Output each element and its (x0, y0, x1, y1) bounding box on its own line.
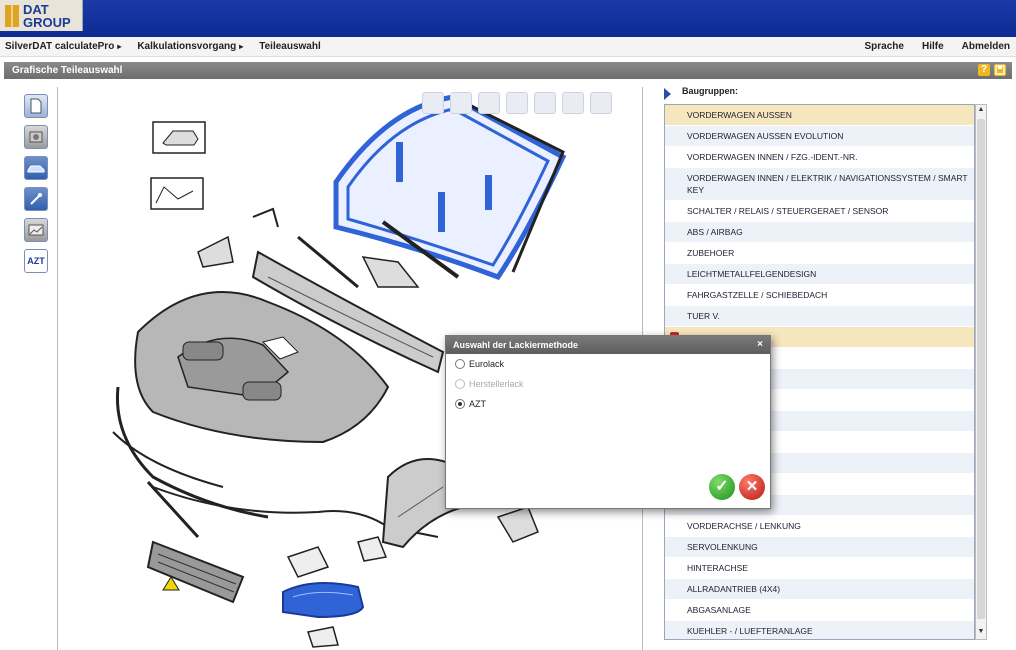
help-link[interactable]: Hilfe (922, 41, 944, 52)
list-item[interactable]: KUEHLER - / LUEFTERANLAGE (665, 621, 974, 639)
nav-links: Sprache Hilfe Abmelden (865, 41, 1010, 52)
radio-herstellerlack (455, 379, 465, 389)
list-item[interactable]: FAHRGASTZELLE / SCHIEBEDACH (665, 285, 974, 306)
headlight-part[interactable] (282, 582, 365, 619)
list-item[interactable]: VORDERWAGEN AUSSEN (665, 105, 974, 126)
list-item[interactable]: ZUBEHOER (665, 243, 974, 264)
list-item[interactable]: TUER V. (665, 306, 974, 327)
azt-tool-button[interactable]: AZT (24, 249, 48, 273)
breadcrumb-teileauswahl[interactable]: Teileauswahl (259, 41, 321, 52)
cable-part[interactable] (112, 431, 224, 488)
tool-palette: AZT (24, 94, 50, 280)
list-item[interactable]: SERVOLENKUNG (665, 537, 974, 558)
reset-view-icon[interactable] (562, 92, 584, 114)
navigation-bar: SilverDAT calculatePro ▸ Kalkulationsvorg… (0, 37, 1016, 57)
list-item[interactable]: HINTERACHSE (665, 558, 974, 579)
list-item[interactable]: VORDERWAGEN AUSSEN EVOLUTION (665, 126, 974, 147)
close-icon[interactable]: × (757, 339, 763, 350)
detail-thumbnail[interactable] (150, 177, 204, 210)
breadcrumb-kalkulationsvorgang[interactable]: Kalkulationsvorgang ▸ (137, 41, 243, 52)
option-herstellerlack: Herstellerlack (455, 374, 770, 394)
logo-mark-icon (5, 4, 19, 27)
list-scrollbar[interactable]: ▲ ▼ (975, 104, 987, 640)
wiper-motor-part[interactable] (361, 256, 420, 288)
groups-title: Baugruppen: (682, 86, 738, 96)
list-item[interactable]: VORDERWAGEN INNEN / ELEKTRIK / NAVIGATIO… (665, 168, 974, 201)
list-item[interactable]: VORDERACHSE / LENKUNG (665, 516, 974, 537)
logo-text-bottom: GROUP (23, 14, 71, 30)
help-icon[interactable]: ? (978, 64, 990, 76)
logout-link[interactable]: Abmelden (962, 41, 1010, 52)
app-window: DAT GROUP SilverDAT calculatePro ▸ Kalkul… (0, 0, 1016, 650)
top-header: DAT GROUP (0, 0, 1016, 37)
fog-light-part[interactable] (286, 546, 330, 578)
horn-part[interactable] (496, 506, 539, 543)
paint-method-dialog: Auswahl der Lackiermethode × Eurolack He… (445, 335, 771, 509)
disk-icon[interactable] (994, 64, 1006, 76)
zoom-out-icon[interactable] (534, 92, 556, 114)
image-tool-icon[interactable] (24, 218, 48, 242)
language-link[interactable]: Sprache (865, 41, 904, 52)
repair-tool-icon[interactable] (24, 187, 48, 211)
list-item[interactable]: SCHALTER / RELAIS / STEUERGERAET / SENSO… (665, 201, 974, 222)
sensor-part[interactable] (357, 536, 388, 562)
list-item[interactable]: LEICHTMETALLFELGENDESIGN (665, 264, 974, 285)
windshield-part[interactable] (333, 94, 567, 281)
overview-thumbnail[interactable] (152, 121, 206, 154)
zoom-icon[interactable] (506, 92, 528, 114)
collapse-arrow-icon[interactable] (664, 88, 671, 100)
grille-part[interactable] (146, 540, 245, 604)
scroll-down-icon[interactable]: ▼ (977, 628, 985, 638)
washer-nozzle-part[interactable] (307, 626, 339, 648)
list-item[interactable]: ABS / AIRBAG (665, 222, 974, 243)
breadcrumb-calculatepro[interactable]: SilverDAT calculatePro ▸ (5, 41, 121, 52)
radio-eurolack[interactable] (455, 359, 465, 369)
clip-part[interactable] (252, 207, 279, 228)
list-item[interactable]: VORDERWAGEN INNEN / FZG.-IDENT.-NR. (665, 147, 974, 168)
list-item[interactable]: ALLRADANTRIEB (4X4) (665, 579, 974, 600)
option-azt[interactable]: AZT (455, 394, 770, 414)
option-eurolack[interactable]: Eurolack (455, 354, 770, 374)
section-title-bar: Grafische Teileauswahl ? (4, 62, 1012, 79)
strut-part[interactable] (146, 480, 200, 539)
cancel-button[interactable]: ✕ (739, 474, 765, 500)
dialog-title: Auswahl der Lackiermethode (453, 340, 579, 350)
section-title: Grafische Teileauswahl (12, 65, 123, 76)
scroll-thumb[interactable] (977, 119, 985, 619)
breadcrumb: SilverDAT calculatePro ▸ Kalkulationsvorg… (5, 41, 321, 52)
select-icon[interactable] (450, 92, 472, 114)
parts-tool-icon[interactable] (24, 125, 48, 149)
logo-text-top: DAT (23, 1, 49, 17)
radio-azt[interactable] (455, 399, 465, 409)
list-item[interactable]: ABGASANLAGE (665, 600, 974, 621)
zoom-in-icon[interactable] (478, 92, 500, 114)
pan-icon[interactable] (422, 92, 444, 114)
confirm-button[interactable]: ✓ (709, 474, 735, 500)
bracket-part[interactable] (197, 235, 234, 268)
info-icon[interactable] (590, 92, 612, 114)
dat-group-logo[interactable]: DAT GROUP (0, 0, 83, 31)
document-tool-icon[interactable] (24, 94, 48, 118)
scroll-up-icon[interactable]: ▲ (977, 106, 985, 116)
car-body-tool-icon[interactable] (24, 156, 48, 180)
zoom-toolbar (422, 92, 612, 114)
